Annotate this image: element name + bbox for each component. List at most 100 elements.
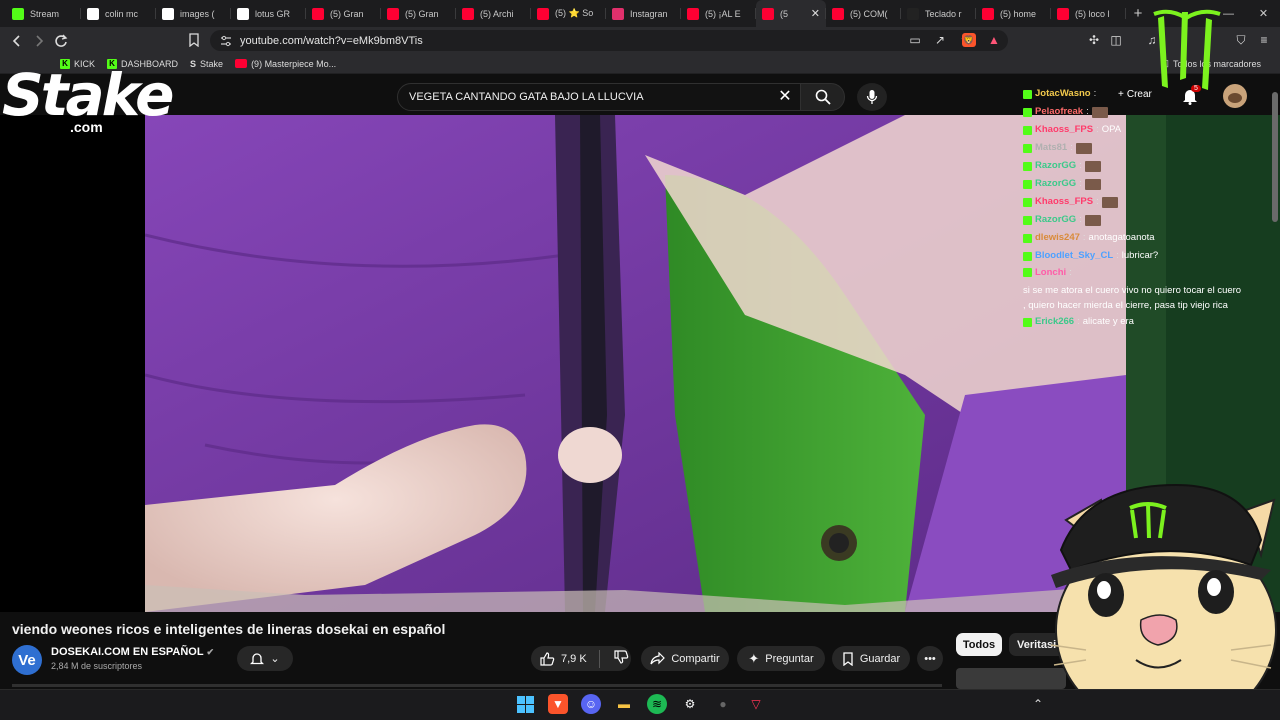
tab-14[interactable]: (5) loco l [1051,0,1126,27]
reload-button[interactable] [50,30,72,52]
brave-rewards-icon[interactable]: ▲ [986,32,1002,48]
bookmark-masterpiece[interactable]: (9) Masterpiece Mo... [235,59,336,69]
windows-taskbar [0,689,1280,720]
kick-badge-icon [1023,215,1032,225]
bookmark-stake[interactable]: S Stake [190,59,223,69]
valorant-icon[interactable]: ▽ [746,694,766,714]
close-tab-icon[interactable]: ✕ [811,7,820,20]
tab-3[interactable]: lotus GR [231,0,306,27]
tab-strip: Stream colin mc images (lotus GR (5) Gran (5… [0,0,1280,27]
chip-all[interactable]: Todos [956,633,1002,656]
site-settings-icon[interactable] [220,35,232,47]
tab-0[interactable]: Stream [6,0,81,27]
tab-11[interactable]: (5) COM( [826,0,901,27]
tab-2[interactable]: images ( [156,0,231,27]
scrollbar[interactable] [1272,92,1278,222]
forward-button[interactable] [28,30,50,52]
tab-6[interactable]: (5) Archi [456,0,531,27]
tab-13[interactable]: (5) home [976,0,1051,27]
tab-label: (5 [780,8,789,19]
tab-favicon-icon [762,7,774,20]
chat-separator: : [1077,316,1080,327]
kick-badge-icon [1023,125,1032,135]
like-count: 7,9 K [561,652,587,665]
tab-8[interactable]: Instagran [606,0,681,27]
forward-arrow-icon [36,34,44,47]
back-button[interactable] [6,30,28,52]
tab-10[interactable]: (5 ✕ [756,0,826,27]
file-explorer-icon[interactable]: ▬ [614,694,634,714]
menu-icon[interactable]: ≡ [1256,32,1272,48]
tab-label: (5) COM( [850,8,888,19]
tab-favicon-icon [387,7,399,20]
tab-label: (5) home [1000,8,1037,19]
chat-username: dlewis247 [1035,232,1080,243]
ask-button[interactable]: ✦ Preguntar [737,646,825,671]
tab-label: (5) loco l [1075,8,1110,19]
tab-9[interactable]: (5) ¡AL E [681,0,756,27]
like-button[interactable]: 7,9 K [540,651,587,666]
kick-badge-icon [1023,89,1032,99]
tab-4[interactable]: (5) Gran [306,0,381,27]
channel-name[interactable]: DOSEKAI.COM EN ESPAÑOL ✔ [51,646,214,658]
chat-text: OPA [1101,124,1122,135]
tab-1[interactable]: colin mc [81,0,156,27]
chat-message: Bloodlet_Sky_CL : lubricar? [1023,247,1253,265]
new-tab-button[interactable]: + [1126,5,1150,22]
tab-label: colin mc [105,8,139,19]
windows-start-icon[interactable] [515,694,535,714]
chat-separator: : [1079,214,1082,225]
cast-icon[interactable]: ▭ [907,32,923,48]
steam-icon[interactable]: ⚙ [680,694,700,714]
bookmark-icon[interactable] [186,32,202,48]
vpn-icon[interactable]: ⛉ [1233,32,1249,48]
sidebar-icon[interactable]: ◫ [1108,32,1124,48]
chat-separator: : [1079,160,1082,171]
chat-message: dlewis247 : anotagatoanota [1023,229,1253,247]
more-actions-button[interactable]: ••• [917,646,943,671]
video-player[interactable] [0,115,1126,612]
chat-username: Bloodlet_Sky_CL [1035,250,1114,261]
tab-favicon-icon [982,7,994,20]
tab-label: Stream [30,8,60,19]
app-icon[interactable]: ● [713,694,733,714]
share-page-icon[interactable]: ↗ [932,32,948,48]
more-icon: ••• [924,652,936,665]
tab-favicon-icon [1057,7,1069,20]
clear-search-icon[interactable]: ✕ [776,88,794,106]
channel-avatar[interactable]: Ve [12,645,42,675]
tab-label: (5) ¡AL E [705,8,741,19]
voice-search-button[interactable] [857,83,887,111]
tab-favicon-icon [537,7,549,20]
chat-message: RazorGG : [1023,211,1253,229]
search-button[interactable] [800,83,845,111]
address-bar[interactable]: youtube.com/watch?v=eMk9bm8VTis [210,30,1008,51]
tab-favicon-icon [12,7,24,20]
chat-emote-icon [1084,160,1101,172]
dislike-button[interactable] [614,650,629,667]
tab-7[interactable]: (5) ⭐ So [531,0,606,27]
chat-text: lubricar? [1121,250,1159,261]
save-button[interactable]: Guardar [832,646,910,671]
chevron-up-icon[interactable]: ⌃ [1028,694,1048,714]
discord-icon[interactable]: ☺ [581,694,601,714]
chat-username: Khaoss_FPS [1035,124,1094,135]
share-icon [650,652,666,665]
tab-label: (5) Gran [330,8,364,19]
back-arrow-icon [12,34,20,47]
share-button[interactable]: Compartir [641,646,729,671]
brave-taskbar-icon[interactable]: ▼ [548,694,568,714]
video-content-image [145,115,1126,612]
tab-label: (5) Archi [480,8,514,19]
extensions-icon[interactable]: ✣ [1086,32,1102,48]
subscribe-bell-button[interactable]: ⌄ [237,646,293,671]
spotify-icon[interactable]: ≋ [647,694,667,714]
tab-label: Teclado r [925,8,962,19]
brave-shield-icon[interactable]: 🦁 [962,33,976,47]
search-input[interactable]: VEGETA CANTANDO GATA BAJO LA LLUCVIA [397,83,801,111]
tab-5[interactable]: (5) Gran [381,0,456,27]
tab-favicon-icon [237,7,249,20]
chat-separator: : [1096,124,1099,135]
tab-12[interactable]: Teclado r [901,0,976,27]
close-window-button[interactable]: ✕ [1247,0,1280,27]
